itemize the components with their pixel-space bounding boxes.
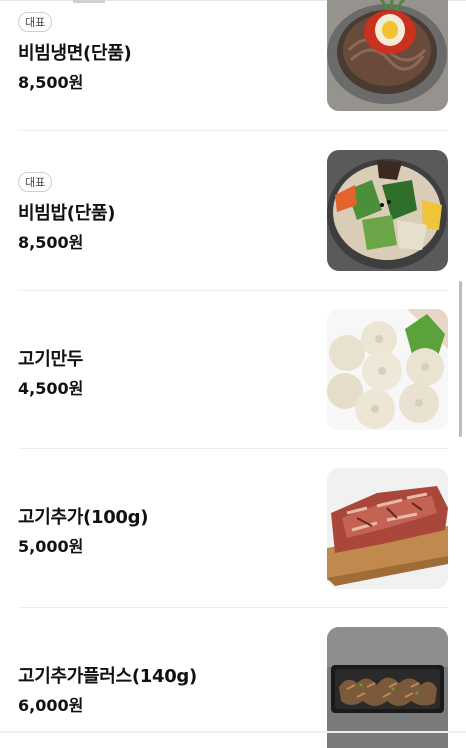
menu-item-extra-meat-plus[interactable]: 고기추가플러스(140g) 6,000원 [18,627,448,748]
scrollbar[interactable] [459,281,462,437]
signature-badge: 대표 [18,172,53,192]
menu-item-bibim-naengmyeon[interactable]: 대표 비빔냉면(단품) 8,500원 [18,0,448,120]
bibim-naengmyeon-image [327,0,448,111]
menu-item-name: 비빔냉면(단품) [18,43,132,64]
bibimbap-image [327,150,448,271]
meat-dumpling-image-art [327,309,448,430]
signature-badge: 대표 [18,12,53,32]
extra-meat-image-art [327,468,448,589]
extra-meat-plus-image [327,627,448,748]
menu-item-price: 8,500원 [18,73,84,92]
menu-item-meat-dumpling[interactable]: 고기만두 4,500원 [18,309,448,430]
extra-meat-image [327,468,448,589]
menu-item-extra-meat[interactable]: 고기추가(100g) 5,000원 [18,468,448,589]
menu-item-name: 고기추가(100g) [18,507,149,528]
bibim-naengmyeon-image-art [327,0,448,111]
bibimbap-image-art [327,150,448,271]
menu-item-bibimbap[interactable]: 대표 비빔밥(단품) 8,500원 [18,150,448,271]
menu-item-price: 6,000원 [18,696,84,715]
menu-item-price: 8,500원 [18,233,84,252]
menu-item-price: 4,500원 [18,379,84,398]
divider [18,607,448,608]
divider [18,130,448,131]
divider [18,448,448,449]
menu-item-name: 고기만두 [18,349,84,370]
menu-item-name: 고기추가플러스(140g) [18,666,197,687]
menu-item-price: 5,000원 [18,537,84,556]
menu-item-name: 비빔밥(단품) [18,203,116,224]
extra-meat-plus-image-art [327,627,448,748]
meat-dumpling-image [327,309,448,430]
divider [18,290,448,291]
